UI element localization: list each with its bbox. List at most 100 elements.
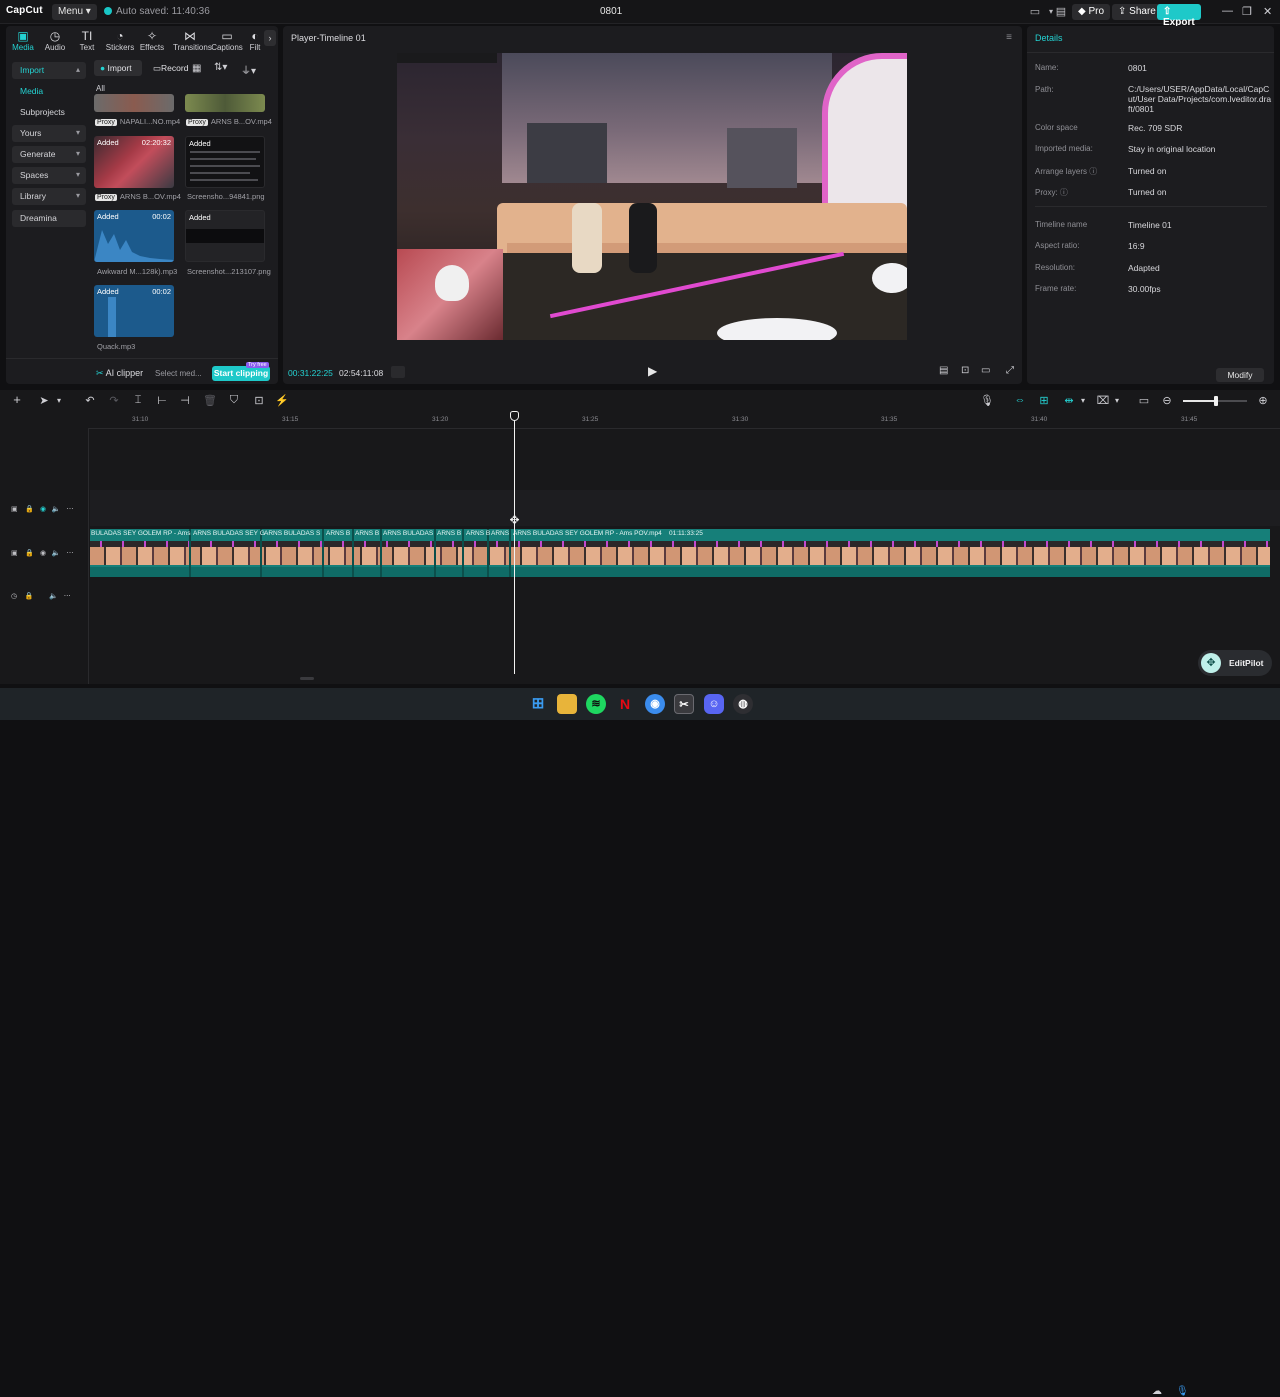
- sort-icon[interactable]: ⇅▾: [214, 62, 227, 73]
- media-thumbnail[interactable]: Added 02:20:32: [94, 136, 174, 188]
- sidebar-item-generate[interactable]: Generate ▾: [12, 146, 86, 163]
- media-thumbnail[interactable]: Added 00:02: [94, 210, 174, 262]
- chevron-down-icon[interactable]: ▾: [52, 396, 66, 405]
- maximize-icon[interactable]: ❐: [1242, 5, 1252, 18]
- import-button[interactable]: ● Import: [94, 60, 142, 76]
- sidebar-item-yours[interactable]: Yours ▾: [12, 125, 86, 142]
- sidebar-item-spaces[interactable]: Spaces ▾: [12, 167, 86, 184]
- file-explorer-icon[interactable]: [557, 694, 577, 714]
- layout-icon[interactable]: ▭: [1028, 5, 1042, 19]
- magnet-icon[interactable]: ⇔: [1013, 394, 1027, 406]
- lock-icon[interactable]: 🔒: [25, 593, 34, 600]
- marker-icon[interactable]: ⛉: [227, 394, 241, 407]
- media-thumbnail[interactable]: Added 00:02: [94, 285, 174, 337]
- more-icon[interactable]: ⋯: [66, 506, 73, 513]
- play-icon[interactable]: ▶: [648, 364, 657, 378]
- eye-icon[interactable]: ◉: [40, 550, 46, 557]
- shortcut-icon[interactable]: ▤: [1054, 5, 1068, 19]
- volume-icon[interactable]: 🔈: [52, 506, 61, 513]
- obs-icon[interactable]: ◍: [733, 694, 753, 714]
- tab-transitions[interactable]: ⋈ Transitions: [173, 29, 212, 52]
- zoom-in-icon[interactable]: ⊕: [1256, 394, 1270, 407]
- tab-text[interactable]: TI Text: [71, 29, 103, 52]
- zoom-slider[interactable]: [1183, 396, 1247, 406]
- subtitle-icon[interactable]: ▤: [939, 365, 948, 376]
- tab-captions[interactable]: ▭ Captions: [211, 29, 243, 52]
- sidebar-item-library[interactable]: Library ▾: [12, 188, 86, 205]
- sidebar-item-media[interactable]: Media: [12, 83, 86, 100]
- grid-view-icon[interactable]: ▦: [192, 63, 201, 74]
- eye-icon[interactable]: ◉: [40, 506, 46, 513]
- tab-filters[interactable]: ◐ Filt: [246, 29, 264, 52]
- chevron-down-icon[interactable]: ▾: [1110, 396, 1124, 405]
- select-tool-icon[interactable]: ➤: [37, 394, 51, 407]
- editpilot-button[interactable]: ✥ EditPilot: [1198, 650, 1272, 676]
- chevron-down-icon[interactable]: ▾: [1076, 396, 1090, 405]
- media-thumbnail[interactable]: [185, 94, 265, 112]
- lock-icon[interactable]: 🔒: [25, 506, 34, 513]
- playhead-handle[interactable]: [510, 411, 519, 421]
- menu-button[interactable]: Menu ▾: [52, 4, 97, 20]
- delete-icon[interactable]: 🗑: [203, 394, 217, 407]
- microphone-tray-icon[interactable]: 🎙: [1176, 1386, 1189, 1397]
- media-thumbnail[interactable]: Added: [185, 136, 265, 188]
- windows-start-icon[interactable]: ⊞: [528, 694, 548, 714]
- sidebar-item-subprojects[interactable]: Subprojects: [12, 104, 86, 121]
- start-clipping-button[interactable]: Start clipping: [212, 366, 270, 381]
- export-button[interactable]: ⇧ Export: [1157, 4, 1201, 28]
- tab-stickers[interactable]: ◔ Stickers: [104, 29, 136, 52]
- share-button[interactable]: ⇪ Share: [1112, 4, 1162, 20]
- split-icon[interactable]: ⌶: [131, 394, 145, 407]
- capcut-icon[interactable]: ✂: [674, 694, 694, 714]
- add-track-icon[interactable]: +: [10, 392, 24, 407]
- zoom-fit-icon[interactable]: ⊡: [961, 365, 969, 376]
- freeze-icon[interactable]: ⊡: [252, 394, 266, 407]
- volume-icon[interactable]: 🔈: [52, 550, 61, 557]
- close-icon[interactable]: ✕: [1263, 5, 1272, 18]
- discord-icon[interactable]: ☺: [704, 694, 724, 714]
- ai-clipper-button[interactable]: ✂ AI clipper: [96, 368, 143, 379]
- playhead[interactable]: [514, 412, 515, 674]
- video-preview[interactable]: [397, 53, 907, 340]
- auto-reframe-icon[interactable]: ⚡: [275, 394, 289, 407]
- snap-icon[interactable]: ⌧: [1096, 394, 1110, 407]
- tabs-next-icon[interactable]: ›: [264, 30, 276, 46]
- undo-icon[interactable]: ↶: [83, 394, 97, 407]
- modify-button[interactable]: Modify: [1216, 368, 1264, 382]
- redo-icon[interactable]: ↷: [107, 394, 121, 407]
- sidebar-item-dreamina[interactable]: Dreamina: [12, 210, 86, 227]
- chrome-icon[interactable]: ◉: [645, 694, 665, 714]
- lock-icon[interactable]: 🔒: [25, 550, 34, 557]
- audio-track-icon[interactable]: ◷: [11, 593, 17, 600]
- cover-icon[interactable]: ▣: [11, 550, 18, 557]
- media-thumbnail[interactable]: Added: [185, 210, 265, 262]
- tab-media[interactable]: ▣ Media: [7, 29, 39, 52]
- player-menu-icon[interactable]: ≡: [1006, 32, 1012, 43]
- more-icon[interactable]: ⋯: [64, 593, 71, 600]
- split-left-icon[interactable]: ⊢: [155, 394, 169, 407]
- more-icon[interactable]: ⋯: [66, 550, 73, 557]
- minimize-icon[interactable]: —: [1222, 5, 1233, 17]
- timeline-scrollbar[interactable]: [300, 677, 314, 680]
- netflix-icon[interactable]: N: [615, 694, 635, 714]
- zoom-out-icon[interactable]: ⊖: [1160, 394, 1174, 407]
- tab-audio[interactable]: ◷ Audio: [39, 29, 71, 52]
- filter-icon[interactable]: ⏚▾: [241, 62, 256, 77]
- volume-icon[interactable]: 🔈: [49, 593, 58, 600]
- tray-icon[interactable]: ☁: [1152, 1386, 1162, 1397]
- split-right-icon[interactable]: ⊣: [178, 394, 192, 407]
- preview-axis-icon[interactable]: ⇹: [1062, 394, 1076, 407]
- cover-icon[interactable]: ▣: [11, 506, 18, 513]
- fullscreen-icon[interactable]: ⤢: [1006, 365, 1014, 376]
- spotify-icon[interactable]: ≋: [586, 694, 606, 714]
- zoom-slider-handle[interactable]: [1214, 396, 1218, 406]
- microphone-icon[interactable]: 🎙: [980, 394, 994, 407]
- media-thumbnail[interactable]: [94, 94, 174, 112]
- aspect-ratio-icon[interactable]: ▭: [981, 365, 990, 376]
- pro-button[interactable]: ◆ Pro: [1072, 4, 1111, 20]
- record-button[interactable]: ▭Record: [147, 60, 189, 76]
- link-icon[interactable]: ⊞: [1037, 394, 1051, 407]
- captions-track-icon[interactable]: ▭: [1137, 394, 1151, 407]
- sidebar-item-import[interactable]: Import ▴: [12, 62, 86, 79]
- tab-effects[interactable]: ✧ Effects: [136, 29, 168, 52]
